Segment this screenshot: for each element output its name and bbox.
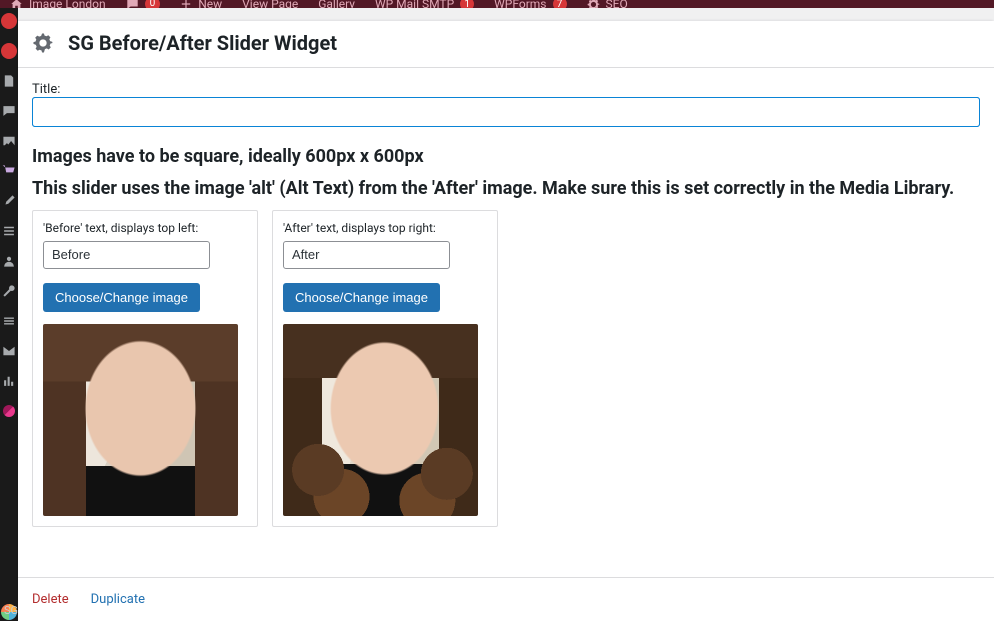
settings-icon	[2, 314, 16, 328]
after-choose-image-button[interactable]: Choose/Change image	[283, 283, 440, 312]
adminbar-gallery[interactable]: Gallery	[308, 0, 365, 8]
adminbar-wpforms[interactable]: WPForms 7	[484, 0, 576, 8]
note-alt: This slider uses the image 'alt' (Alt Te…	[32, 177, 980, 201]
wrench-icon	[2, 284, 16, 298]
wp-admin-sidebar: SG Widget	[0, 8, 18, 621]
before-label: 'Before' text, displays top left:	[43, 221, 247, 235]
before-image-thumbnail[interactable]	[43, 324, 238, 516]
sidebar-item-appearance[interactable]	[0, 192, 18, 210]
title-input[interactable]	[32, 97, 980, 127]
plugin-icon	[1, 43, 17, 59]
after-card: 'After' text, displays top right: Choose…	[272, 210, 498, 527]
users-icon	[2, 254, 16, 268]
wp-admin-bar: Image London 0 New View Page Gallery WP …	[0, 0, 994, 8]
adminbar-wpmail[interactable]: WP Mail SMTP 1	[365, 0, 484, 8]
cart-icon	[2, 164, 16, 178]
sidebar-item-mail[interactable]	[0, 342, 18, 360]
gear-icon	[587, 0, 600, 8]
widget-header: SG Before/After Slider Widget	[18, 21, 994, 68]
viewport: Image London 0 New View Page Gallery WP …	[0, 0, 994, 621]
sidebar-item-tools[interactable]	[0, 282, 18, 300]
adminbar-site-name: Image London	[29, 0, 106, 8]
title-field: Title:	[32, 82, 980, 127]
adminbar-comments-badge: 0	[145, 0, 161, 8]
delete-link[interactable]: Delete	[32, 592, 69, 607]
sidebar-item-media[interactable]	[0, 132, 18, 150]
adminbar-seo[interactable]: SEO	[577, 0, 638, 8]
brush-icon	[2, 194, 16, 208]
widget-panel: SG Before/After Slider Widget Title: Ima…	[18, 21, 994, 621]
before-choose-image-button[interactable]: Choose/Change image	[43, 283, 200, 312]
plus-icon	[180, 0, 192, 8]
before-text-input[interactable]	[43, 241, 210, 269]
plugin-icon	[1, 13, 17, 29]
adminbar-comments[interactable]: 0	[116, 0, 171, 8]
chart-icon	[2, 374, 16, 388]
note-square: Images have to be square, ideally 600px …	[32, 145, 980, 169]
adminbar-wpforms-badge: 7	[553, 0, 567, 8]
sidebar-item-woocommerce[interactable]	[0, 162, 18, 180]
widget-footer: Delete Duplicate	[18, 577, 994, 621]
sidebar-item-settings[interactable]	[0, 312, 18, 330]
adminbar-new-label: New	[198, 0, 222, 8]
after-text-input[interactable]	[283, 241, 450, 269]
sliders-icon	[2, 224, 16, 238]
adminbar-new[interactable]: New	[170, 0, 232, 8]
adminbar-wpmail-badge: 1	[460, 0, 474, 8]
title-label: Title:	[32, 82, 60, 97]
sidebar-item-dashboard[interactable]	[0, 12, 18, 30]
page-icon	[2, 74, 16, 88]
seo-icon	[3, 405, 15, 417]
after-image-thumbnail[interactable]	[283, 324, 478, 516]
sidebar-item-plugin2[interactable]	[0, 42, 18, 60]
sidebar-item-pages[interactable]	[0, 72, 18, 90]
sidebar-footer-text: SG Widget	[4, 604, 18, 617]
adminbar-viewpage[interactable]: View Page	[232, 0, 308, 8]
mail-icon	[2, 344, 16, 358]
comment-icon	[2, 104, 16, 118]
duplicate-link[interactable]: Duplicate	[91, 592, 145, 607]
home-icon	[10, 0, 23, 8]
sidebar-item-filters[interactable]	[0, 222, 18, 240]
after-label: 'After' text, displays top right:	[283, 221, 487, 235]
widget-title: SG Before/After Slider Widget	[68, 31, 337, 55]
sidebar-item-users[interactable]	[0, 252, 18, 270]
cards-row: 'Before' text, displays top left: Choose…	[32, 210, 980, 527]
adminbar-site[interactable]: Image London	[0, 0, 116, 8]
widget-body: Title: Images have to be square, ideally…	[18, 68, 994, 577]
gear-icon	[32, 32, 54, 54]
media-icon	[2, 134, 16, 148]
sidebar-item-analytics[interactable]	[0, 372, 18, 390]
sidebar-item-comments[interactable]	[0, 102, 18, 120]
before-card: 'Before' text, displays top left: Choose…	[32, 210, 258, 527]
comment-icon	[126, 0, 139, 8]
sidebar-item-seo[interactable]	[0, 402, 18, 420]
